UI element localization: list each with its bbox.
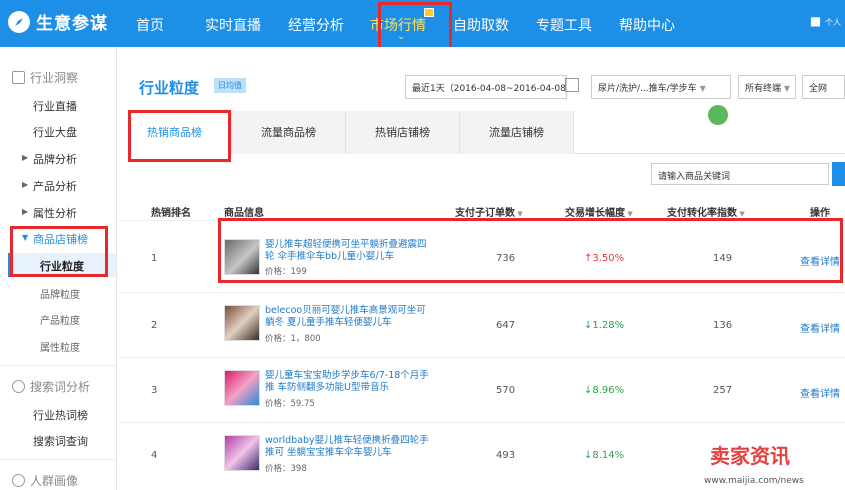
- nav-home[interactable]: 首页: [136, 15, 164, 35]
- sidebar-item-product[interactable]: 产品分析: [33, 178, 77, 194]
- caret-right-icon: ▶: [22, 153, 29, 162]
- compass-icon: [8, 10, 30, 33]
- calendar-icon[interactable]: [565, 78, 579, 92]
- sort-icon: ▼: [737, 210, 745, 218]
- sidebar-item-brand[interactable]: 品牌分析: [33, 151, 77, 167]
- col-rank: 热销排名: [151, 208, 191, 219]
- table-row: 2 belecoo贝丽可婴儿推车高景观可坐可躺冬 夏儿童手推车轻便婴儿车 价格：…: [118, 292, 845, 357]
- sidebar-item-hot-words[interactable]: 行业热词榜: [33, 407, 88, 423]
- chevron-down-icon: ▼: [783, 84, 791, 93]
- sidebar-subitem-attribute[interactable]: 属性粒度: [40, 339, 80, 354]
- tab-hot-shops[interactable]: 热销店铺榜: [346, 111, 460, 154]
- user-label: 个人: [825, 18, 841, 27]
- sort-icon: ▼: [625, 210, 633, 218]
- sidebar-item-word-query[interactable]: 搜索词查询: [33, 433, 88, 449]
- highlight-box-row: [218, 218, 843, 283]
- nav-operations[interactable]: 经营分析: [288, 15, 344, 35]
- conversion-cell: 257: [713, 385, 733, 396]
- orders-cell: 493: [496, 450, 516, 461]
- category-select[interactable]: 尿片/洗护/...推车/学步车 ▼: [591, 75, 731, 99]
- nav-self-service[interactable]: 自助取数: [453, 15, 509, 35]
- highlight-box-tab: [128, 110, 231, 162]
- growth-value: 8.96%: [592, 385, 625, 396]
- date-range-value: 最近1天（2016-04-08~2016-04-08）: [412, 84, 567, 94]
- people-icon: [12, 474, 25, 487]
- growth-cell: ↓8.96%: [584, 385, 624, 396]
- col-action: 操作: [810, 208, 830, 219]
- product-thumbnail[interactable]: [224, 435, 260, 471]
- user-menu[interactable]: ■ 个人: [810, 14, 841, 28]
- product-title-link[interactable]: belecoo贝丽可婴儿推车高景观可坐可躺冬 夏儿童手推车轻便婴儿车: [265, 305, 435, 329]
- terminal-value: 所有终端: [745, 84, 782, 94]
- product-price: 价格：1，800: [265, 334, 321, 344]
- product-title-link[interactable]: 婴儿童车宝宝助步学步车6/7-18个月手推 车防侧翻多功能U型带音乐: [265, 370, 435, 394]
- chart-icon: [12, 71, 25, 84]
- rank-cell: 1: [151, 253, 158, 264]
- growth-value: 1.28%: [592, 320, 625, 331]
- sidebar-section-label: 人群画像: [30, 474, 79, 488]
- col-growth[interactable]: 交易增长幅度 ▼: [565, 204, 633, 219]
- logo[interactable]: 生意参谋: [8, 9, 108, 34]
- product-price: 价格：59.75: [265, 399, 315, 409]
- table-header: 热销排名 商品信息 支付子订单数 ▼ 交易增长幅度 ▼ 支付转化率指数 ▼ 操作: [118, 200, 845, 220]
- growth-value: 8.14%: [592, 450, 625, 461]
- view-details-link[interactable]: 查看详情: [800, 385, 840, 400]
- watermark: 卖家资讯: [710, 444, 790, 468]
- view-details-link[interactable]: 查看详情: [800, 320, 840, 335]
- sidebar-section-label: 搜索词分析: [30, 380, 91, 394]
- page-title: 行业粒度: [139, 79, 200, 97]
- highlight-box-sidebar: [10, 226, 108, 277]
- divider: [0, 365, 117, 366]
- product-thumbnail[interactable]: [224, 305, 260, 341]
- sidebar-item-attribute[interactable]: 属性分析: [33, 205, 77, 221]
- caret-right-icon: ▶: [22, 180, 29, 189]
- product-thumbnail[interactable]: [224, 370, 260, 406]
- sidebar-section-label: 行业洞察: [30, 71, 79, 85]
- tab-traffic-shops[interactable]: 流量店铺榜: [460, 111, 574, 154]
- col-orders[interactable]: 支付子订单数 ▼: [455, 204, 523, 219]
- chevron-down-icon: ▼: [699, 84, 706, 93]
- category-value: 尿片/洗护/...推车/学步车: [598, 84, 697, 94]
- nav-realtime[interactable]: 实时直播: [205, 15, 261, 35]
- conversion-cell: 136: [713, 320, 733, 331]
- orders-cell: 647: [496, 320, 516, 331]
- product-title-link[interactable]: worldbaby婴儿推车轻便携折叠四轮手推可 坐躺宝宝推车伞车婴儿车: [265, 435, 435, 459]
- daily-average-badge: 日均值: [214, 78, 246, 93]
- rank-cell: 3: [151, 385, 158, 396]
- table-row: 3 婴儿童车宝宝助步学步车6/7-18个月手推 车防侧翻多功能U型带音乐 价格：…: [118, 357, 845, 422]
- sidebar-section-insight: 行业洞察: [12, 69, 78, 86]
- growth-cell: ↓1.28%: [584, 320, 624, 331]
- tab-traffic-products[interactable]: 流量商品榜: [232, 111, 346, 154]
- sidebar-subitem-brand[interactable]: 品牌粒度: [40, 286, 80, 301]
- divider: [0, 459, 117, 460]
- date-range-select[interactable]: 最近1天（2016-04-08~2016-04-08）: [405, 75, 567, 99]
- nav-tools[interactable]: 专题工具: [536, 15, 592, 35]
- nav-help[interactable]: 帮助中心: [619, 15, 675, 35]
- product-search-input[interactable]: 请输入商品关键词: [651, 163, 829, 185]
- sidebar-item-industry-overview[interactable]: 行业大盘: [33, 124, 77, 140]
- search-button[interactable]: [832, 162, 845, 186]
- terminal-select[interactable]: 所有终端 ▼: [738, 75, 796, 99]
- eye-icon: [12, 380, 25, 393]
- orders-cell: 570: [496, 385, 516, 396]
- scope-select[interactable]: 全网: [802, 75, 845, 99]
- sort-icon: ▼: [515, 210, 523, 218]
- col-product: 商品信息: [224, 208, 264, 219]
- rank-cell: 2: [151, 320, 158, 331]
- search-placeholder: 请输入商品关键词: [658, 172, 731, 182]
- col-conversion[interactable]: 支付转化率指数 ▼: [667, 204, 745, 219]
- sidebar-item-industry-live[interactable]: 行业直播: [33, 98, 77, 114]
- watermark-url: www.maijia.com/news: [704, 476, 804, 486]
- sidebar-section-search: 搜索词分析: [12, 378, 90, 395]
- sidebar-subitem-product[interactable]: 产品粒度: [40, 312, 80, 327]
- app-name: 生意参谋: [36, 14, 108, 34]
- product-price: 价格：398: [265, 464, 307, 474]
- user-icon: ■: [809, 14, 822, 28]
- caret-right-icon: ▶: [22, 207, 29, 216]
- rank-cell: 4: [151, 450, 158, 461]
- scope-value: 全网: [809, 84, 828, 94]
- growth-cell: ↓8.14%: [584, 450, 624, 461]
- sidebar-section-audience: 人群画像: [12, 472, 78, 489]
